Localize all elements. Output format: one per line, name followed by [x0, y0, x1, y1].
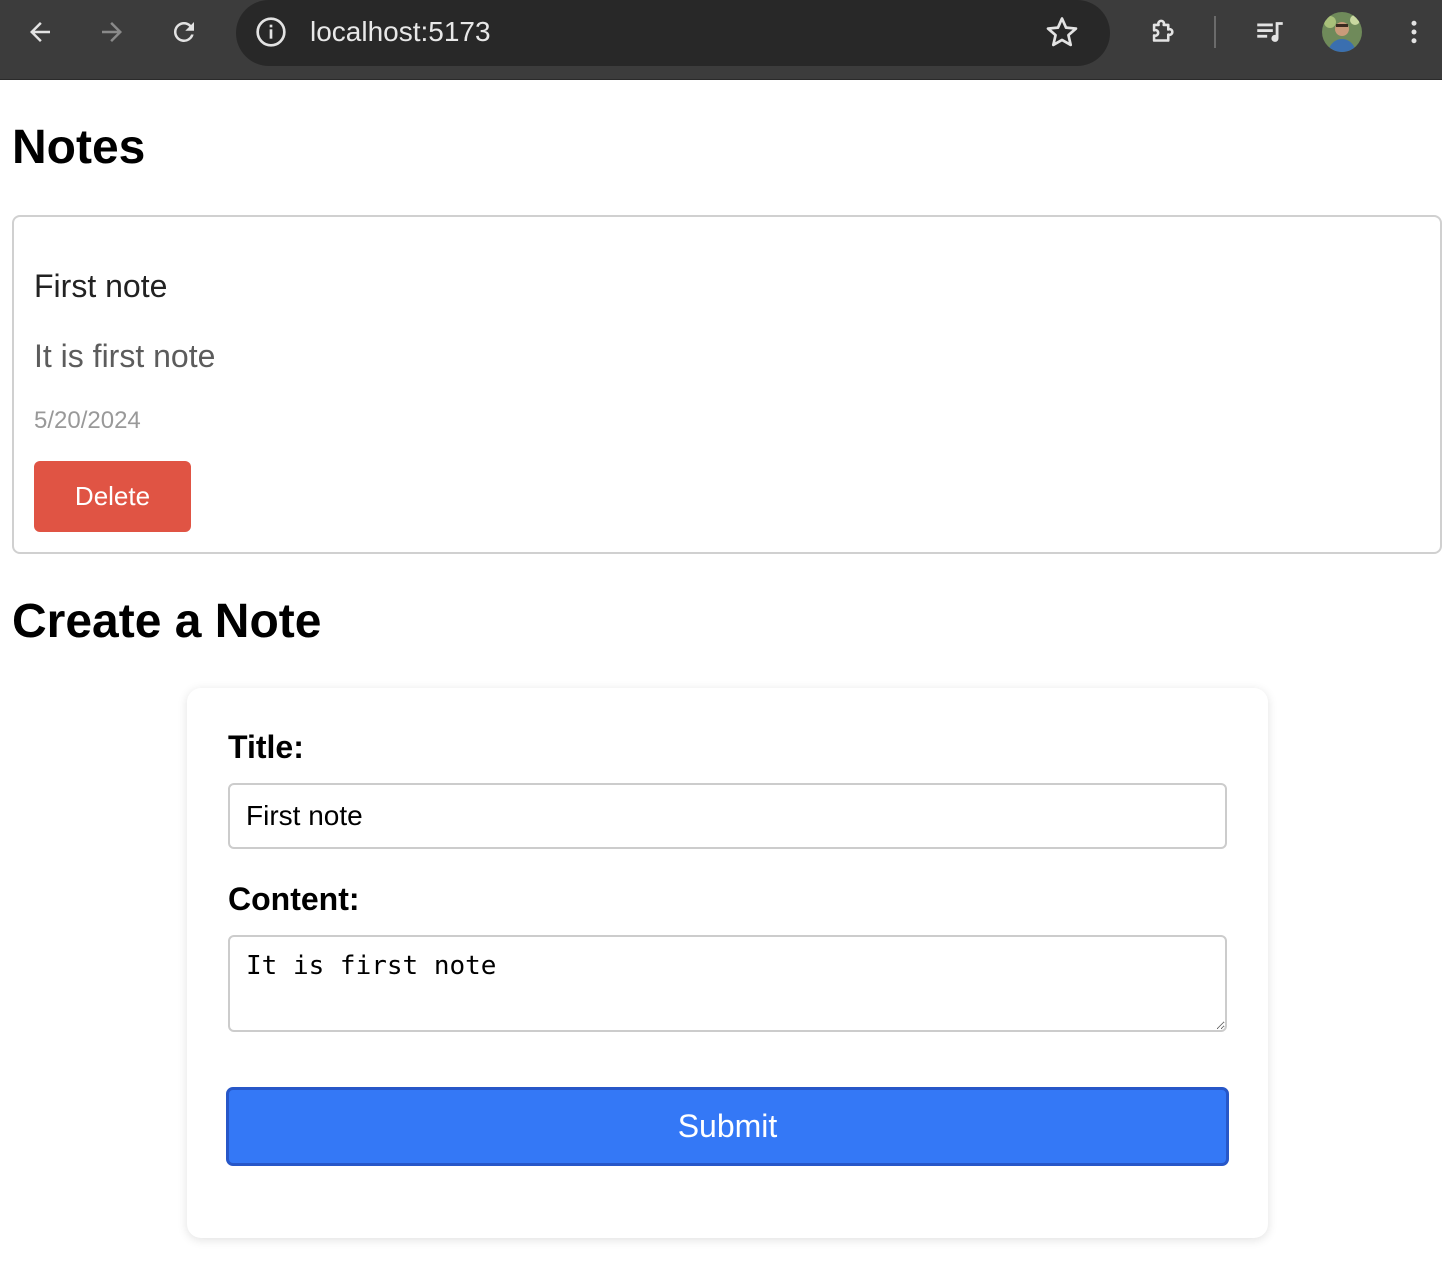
note-content: It is first note [34, 338, 216, 374]
note-date: 5/20/2024 [34, 407, 141, 434]
create-note-heading: Create a Note [12, 595, 322, 648]
extensions-button[interactable] [1144, 12, 1184, 52]
kebab-menu-icon [1411, 20, 1417, 44]
delete-button[interactable]: Delete [34, 461, 191, 532]
puzzle-icon [1152, 19, 1174, 42]
page-title: Notes [12, 121, 146, 174]
content-textarea[interactable]: It is first note [228, 935, 1227, 1032]
submit-button[interactable]: Submit [226, 1087, 1229, 1166]
media-queue-icon [1257, 22, 1283, 42]
menu-button[interactable] [1394, 12, 1434, 52]
forward-button[interactable] [92, 12, 132, 52]
arrow-right-icon [102, 22, 122, 42]
reload-icon [173, 21, 194, 42]
arrow-left-icon [30, 22, 50, 42]
note-title: First note [34, 268, 168, 304]
note-card [12, 215, 1442, 554]
media-button[interactable] [1250, 12, 1290, 52]
avatar-image [1322, 12, 1362, 52]
reload-button[interactable] [164, 12, 204, 52]
profile-avatar[interactable] [1322, 12, 1362, 52]
title-label: Title: [228, 729, 304, 765]
star-icon[interactable] [1044, 14, 1080, 50]
browser-toolbar: localhost:5173 [0, 0, 1442, 80]
content-label: Content: [228, 881, 360, 917]
back-button[interactable] [20, 12, 60, 52]
toolbar-divider [1214, 16, 1216, 48]
title-input[interactable] [228, 783, 1227, 849]
info-icon[interactable] [255, 16, 287, 48]
url-text[interactable]: localhost:5173 [310, 14, 491, 50]
